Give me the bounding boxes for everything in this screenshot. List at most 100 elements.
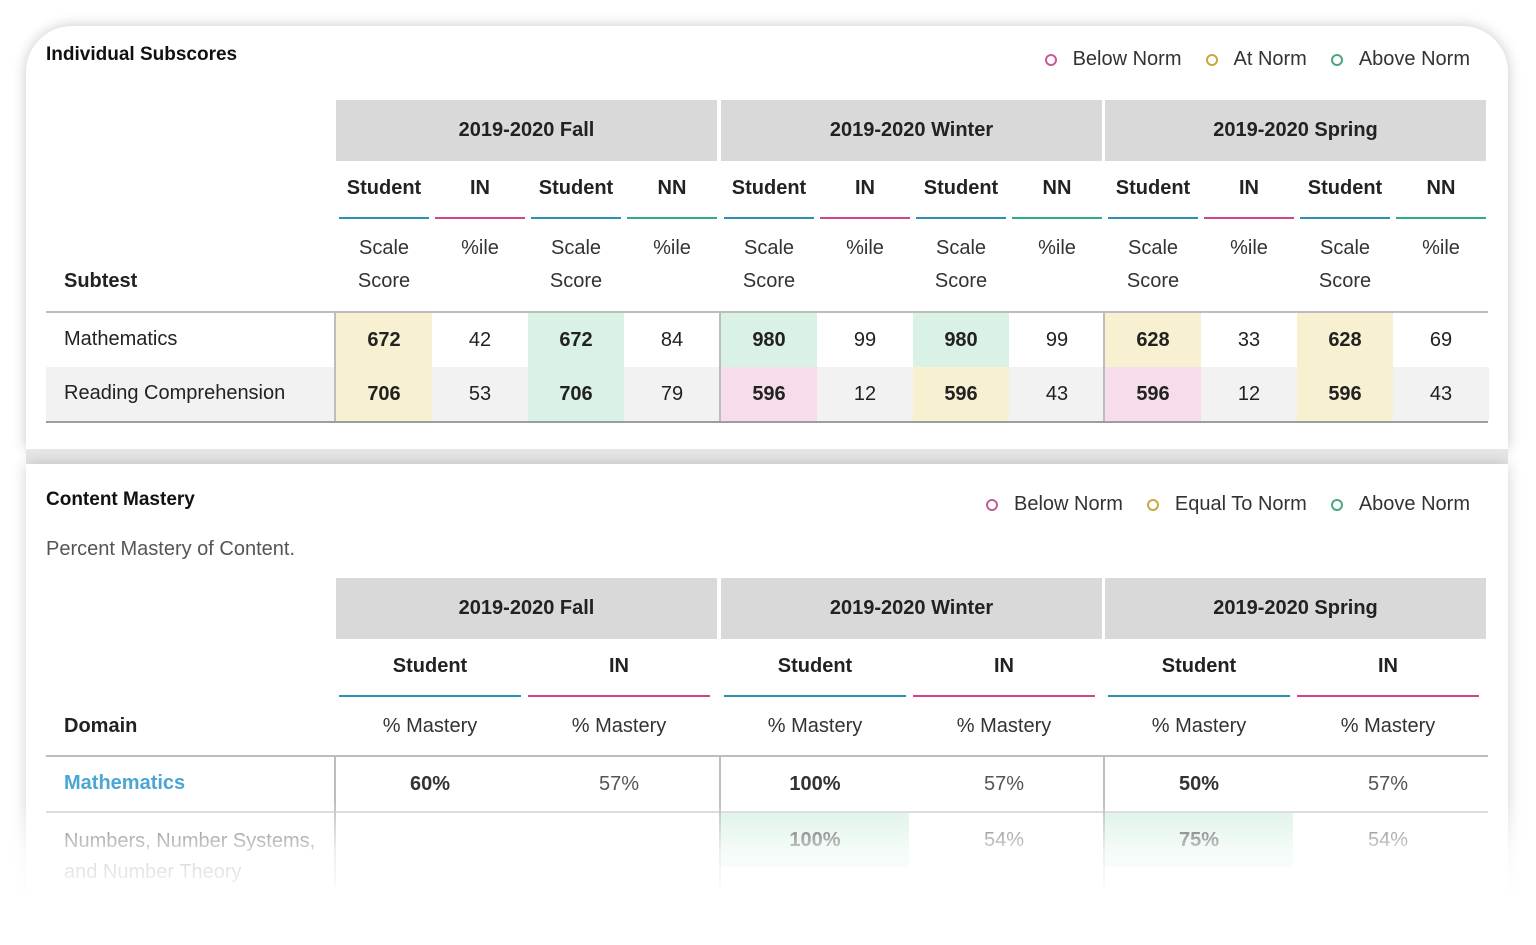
column-header: Student	[346, 177, 422, 199]
table-bottom-rule	[46, 421, 1488, 423]
metric-label-line: Scale	[1319, 237, 1371, 259]
legend-item: Equal To Norm	[1146, 493, 1307, 516]
legend-item: Below Norm	[986, 493, 1123, 516]
column-divider	[1103, 757, 1105, 887]
domain-link-mathematics[interactable]: Mathematics	[64, 772, 185, 795]
metric-label: %ile	[461, 237, 499, 259]
percentile-cell: 42	[468, 328, 492, 351]
metric-label: Scale Score	[1297, 232, 1393, 298]
legend-label: Below Norm	[1014, 493, 1123, 515]
student-mastery-cell: 100%	[789, 772, 841, 795]
legend-label: At Norm	[1233, 48, 1307, 70]
column-header: IN	[609, 655, 629, 677]
mastery-subtitle: Percent Mastery of Content.	[46, 538, 296, 560]
metric-label: %ile	[653, 237, 691, 259]
column-divider	[719, 313, 721, 421]
column-divider	[1103, 313, 1105, 421]
period-header: 2019-2020 Spring	[1105, 578, 1486, 639]
norm-mastery-cell	[525, 813, 713, 867]
column-underline	[531, 217, 621, 219]
metric-label-line: Score	[357, 270, 411, 292]
column-underline	[528, 695, 710, 697]
metric-label-line: Scale	[743, 237, 795, 259]
metric-label: % Mastery	[571, 715, 667, 737]
metric-label: Scale Score	[528, 232, 624, 298]
domain-name-line: Numbers, Number Systems,	[64, 830, 316, 852]
column-underline	[724, 217, 814, 219]
metric-label: %ile	[1230, 237, 1268, 259]
legend-circle-icon	[1205, 53, 1218, 66]
subscores-legend: Below Norm At Norm Above Norm	[1021, 48, 1470, 71]
metric-label: % Mastery	[767, 715, 863, 737]
norm-mastery-cell: 57%	[983, 772, 1025, 795]
scale-score-cell: 596	[913, 367, 1009, 421]
column-header: Student	[777, 655, 853, 677]
percentile-cell: 43	[1009, 367, 1105, 421]
mastery-legend: Below Norm Equal To Norm Above Norm	[962, 493, 1470, 516]
period-header: 2019-2020 Winter	[721, 578, 1102, 639]
norm-mastery-cell: 54%	[983, 828, 1025, 851]
period-header: 2019-2020 Winter	[721, 100, 1102, 161]
column-underline	[1300, 217, 1390, 219]
column-header: Student	[1161, 655, 1237, 677]
column-header: IN	[1239, 177, 1259, 199]
legend-circle-icon	[1330, 53, 1343, 66]
percentile-cell: 79	[624, 367, 720, 421]
scale-score-cell: 980	[913, 313, 1009, 367]
domain-header: Domain	[64, 715, 138, 737]
metric-label-line: Scale	[550, 237, 602, 259]
subtest-name: Reading Comprehension	[64, 382, 286, 404]
legend-item: Below Norm	[1044, 48, 1182, 71]
scale-score-cell: 706	[528, 367, 624, 421]
column-underline	[820, 217, 910, 219]
metric-label: % Mastery	[1151, 715, 1247, 737]
column-header: Student	[731, 177, 807, 199]
column-divider	[334, 313, 336, 421]
mastery-title: Content Mastery	[46, 489, 195, 510]
column-header: IN	[994, 655, 1014, 677]
percentile-cell: 12	[817, 367, 913, 421]
column-header: Student	[1115, 177, 1191, 199]
metric-label: %ile	[1038, 237, 1076, 259]
scale-score-cell: 596	[721, 367, 817, 421]
legend-circle-icon	[986, 498, 998, 511]
subscores-title: Individual Subscores	[46, 44, 238, 65]
metric-label-line: Score	[742, 270, 796, 292]
norm-mastery-cell: 54%	[1367, 828, 1409, 851]
metric-label-line: Scale	[935, 237, 987, 259]
period-header: 2019-2020 Fall	[336, 100, 717, 161]
student-mastery-cell	[336, 813, 524, 867]
legend-label: Above Norm	[1358, 493, 1470, 515]
scale-score-cell: 596	[1297, 367, 1393, 421]
subtest-name: Mathematics	[64, 328, 178, 350]
column-underline	[1108, 217, 1198, 219]
metric-label: % Mastery	[1340, 715, 1436, 737]
metric-label-line: Scale	[1127, 237, 1179, 259]
percentile-cell: 84	[660, 328, 684, 351]
metric-label: %ile	[1422, 237, 1460, 259]
legend-item: At Norm	[1205, 48, 1307, 71]
column-underline	[1204, 217, 1294, 219]
metric-label: % Mastery	[956, 715, 1052, 737]
scale-score-cell: 672	[528, 313, 624, 367]
percentile-cell: 43	[1393, 367, 1489, 421]
student-mastery-cell: 60%	[409, 772, 451, 795]
metric-label: Scale Score	[721, 232, 817, 298]
student-mastery-cell: 100%	[721, 813, 909, 867]
scale-score-cell: 980	[721, 313, 817, 367]
norm-mastery-cell: 57%	[1367, 772, 1409, 795]
column-underline	[435, 217, 525, 219]
metric-label-line: Score	[1126, 270, 1180, 292]
metric-label: % Mastery	[382, 715, 478, 737]
percentile-cell: 99	[853, 328, 877, 351]
column-underline	[339, 695, 521, 697]
period-header: 2019-2020 Spring	[1105, 100, 1486, 161]
scale-score-cell: 628	[1297, 313, 1393, 367]
metric-label-line: Score	[934, 270, 988, 292]
percentile-cell: 33	[1237, 328, 1261, 351]
metric-label: Scale Score	[1105, 232, 1201, 298]
metric-label: Scale Score	[336, 232, 432, 298]
percentile-cell: 99	[1045, 328, 1069, 351]
column-header: Student	[923, 177, 999, 199]
column-underline	[1012, 217, 1102, 219]
